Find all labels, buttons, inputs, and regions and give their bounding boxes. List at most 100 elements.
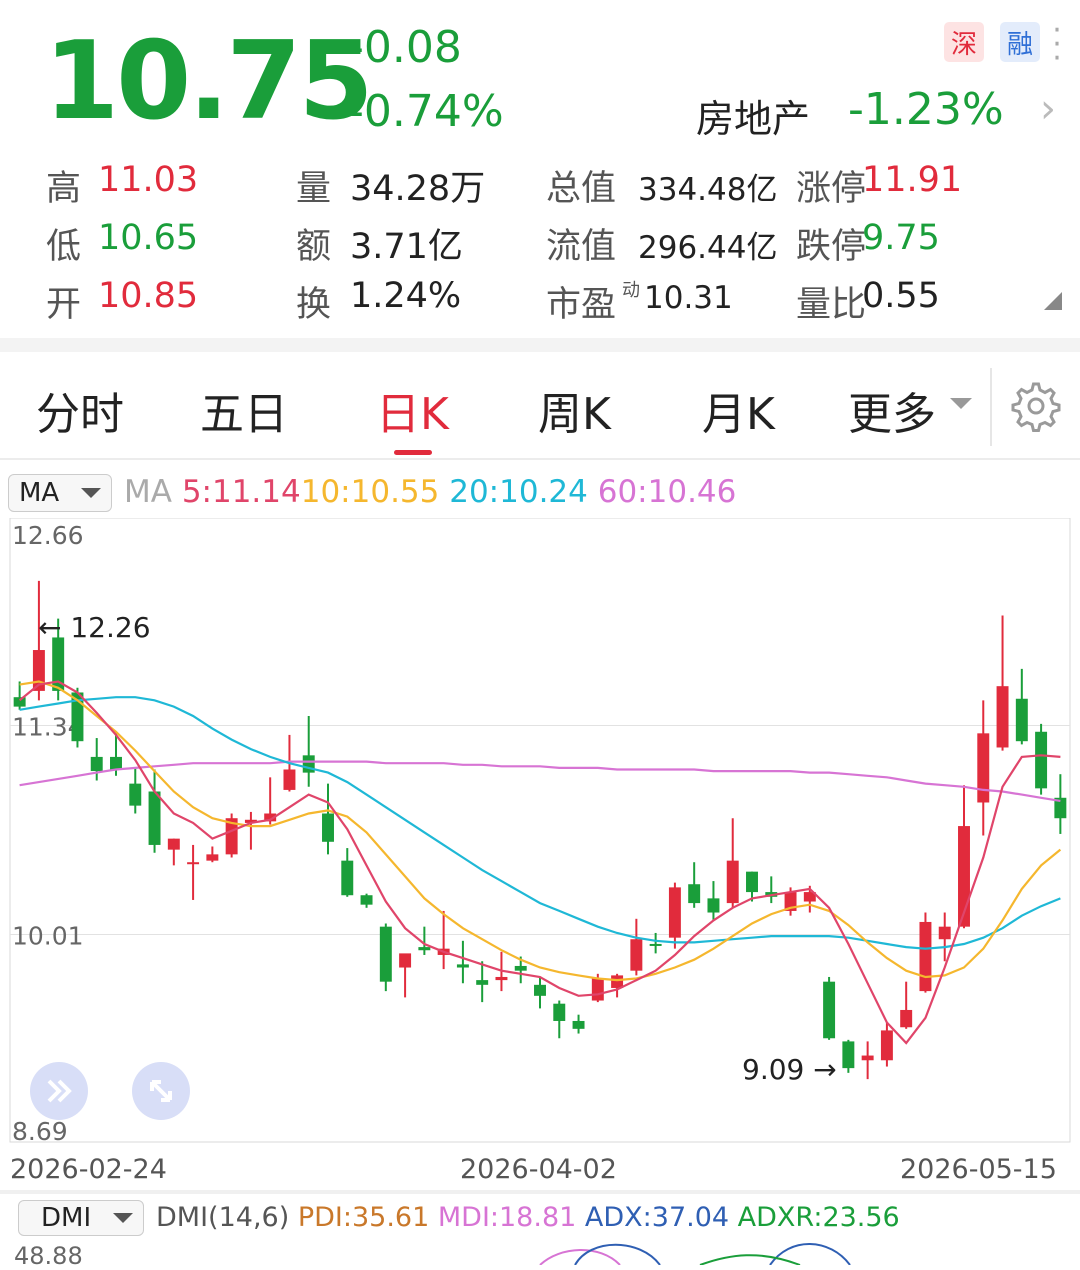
last-price: 10.75 xyxy=(44,19,374,144)
candle-up xyxy=(938,926,951,940)
caret-down-icon xyxy=(113,1213,133,1223)
y-tick-label: 12.66 xyxy=(12,521,84,550)
stat-label: 总值 xyxy=(546,169,617,209)
candle-up xyxy=(668,887,681,938)
max-price-annotation: ← 12.26 xyxy=(38,611,151,644)
pdi-value: PDI:35.61 xyxy=(297,1202,430,1233)
active-tab-indicator xyxy=(394,450,432,455)
sub-indicator-select[interactable]: DMI xyxy=(18,1200,144,1236)
fast-forward-button[interactable] xyxy=(30,1062,88,1120)
caret-down-icon[interactable] xyxy=(950,398,972,409)
stat-value: 11.91 xyxy=(862,160,963,200)
candle-up xyxy=(187,862,200,865)
stat-value: 1.24% xyxy=(350,276,462,316)
stat-superscript: 动 xyxy=(622,280,640,301)
candlestick-chart[interactable]: 12.6611.3410.018.69← 12.269.09 → xyxy=(0,518,1080,1148)
candle-down xyxy=(148,791,161,845)
ma20-value: 20:10.24 xyxy=(449,474,588,510)
stat-label: 市盈 xyxy=(546,285,617,325)
candle-up xyxy=(591,978,604,1001)
candle-down xyxy=(823,981,836,1039)
candle-up xyxy=(495,976,508,981)
tab-five-day[interactable]: 五日 xyxy=(200,378,288,442)
min-price-annotation: 9.09 → xyxy=(742,1053,837,1086)
candle-down xyxy=(360,895,373,905)
stat-value: 0.55 xyxy=(862,276,940,316)
candle-up xyxy=(630,939,643,971)
candle-down xyxy=(572,1020,585,1029)
candle-down xyxy=(746,871,758,893)
stat-label: 量比 xyxy=(796,285,867,325)
tab-intraday[interactable]: 分时 xyxy=(36,378,124,442)
adx-value: ADX:37.04 xyxy=(584,1202,730,1233)
double-chevron-right-icon xyxy=(47,1079,72,1103)
ma-legend: MA 5:11.1410:10.55 20:10.24 60:10.46 xyxy=(124,474,736,510)
stat-value: 10.85 xyxy=(98,276,199,316)
x-axis-label: 2026-04-02 xyxy=(460,1154,617,1185)
candle-down xyxy=(514,965,527,971)
sector-name[interactable]: 房地产 xyxy=(696,88,810,143)
tab-weekly-k[interactable]: 周K xyxy=(538,378,611,442)
gear-icon[interactable] xyxy=(1010,380,1062,436)
tab-monthly-k[interactable]: 月K xyxy=(702,378,775,442)
candle-up xyxy=(399,953,412,968)
candle-down xyxy=(110,756,122,770)
dmi-legend: DMI(14,6) PDI:35.61 MDI:18.81 ADX:37.04 … xyxy=(156,1202,900,1233)
stat-value: 34.28万 xyxy=(350,169,486,209)
stat-label: 额 xyxy=(296,227,332,267)
sector-change[interactable]: -1.23% xyxy=(848,84,1004,135)
candle-up xyxy=(919,921,932,992)
stat-value: 10.31 xyxy=(644,280,733,316)
ma60-line xyxy=(19,760,1061,802)
candle-up xyxy=(611,975,624,988)
expand-triangle-icon[interactable] xyxy=(1044,292,1062,310)
indicator-select[interactable]: MA xyxy=(8,474,112,512)
candle-down xyxy=(90,756,103,772)
resize-arrow-icon xyxy=(150,1080,172,1102)
candle-down xyxy=(649,943,662,946)
stat-label: 开 xyxy=(46,285,82,325)
candle-down xyxy=(379,926,392,982)
stat-label: 低 xyxy=(46,227,82,267)
tab-separator xyxy=(990,368,992,446)
tabs-divider xyxy=(0,458,1080,460)
section-divider xyxy=(0,1190,1080,1194)
stat-label: 涨停 xyxy=(796,169,867,209)
stat-label: 高 xyxy=(46,169,82,209)
candle-up xyxy=(977,733,990,803)
candle-up xyxy=(167,838,180,850)
x-axis-label: 2026-05-15 xyxy=(900,1154,1057,1185)
candle-down xyxy=(322,813,334,842)
ma5-value: 5:11.14 xyxy=(181,474,301,510)
zoom-reset-button[interactable] xyxy=(132,1062,190,1120)
chevron-right-icon[interactable]: › xyxy=(1040,86,1056,132)
stat-label: 流值 xyxy=(546,227,617,267)
mdi-value: MDI:18.81 xyxy=(437,1202,577,1233)
tab-daily-k[interactable]: 日K xyxy=(376,378,449,442)
candle-down xyxy=(534,984,546,996)
margin-trading-badge: 融 xyxy=(1000,22,1040,62)
stat-value: 3.71亿 xyxy=(350,227,463,267)
sub-indicator-select-label: DMI xyxy=(41,1203,92,1233)
plot-frame xyxy=(9,518,1071,1143)
stat-value: 11.03 xyxy=(98,160,199,200)
tab-more[interactable]: 更多 xyxy=(848,378,936,442)
stat-label: 跌停 xyxy=(796,227,867,267)
ma-prefix: MA xyxy=(124,474,172,510)
adxr-line xyxy=(699,1254,801,1265)
price-change: -0.08 xyxy=(348,22,462,73)
ma60-value: 60:10.46 xyxy=(597,474,737,510)
section-divider xyxy=(0,338,1080,352)
stat-label: 量 xyxy=(296,169,332,209)
candle-up xyxy=(206,854,219,861)
candle-down xyxy=(341,860,354,896)
candle-down xyxy=(707,898,720,913)
candle-down xyxy=(418,947,431,951)
ma10-value: 10:10.55 xyxy=(300,474,440,510)
more-menu-icon[interactable]: · · · xyxy=(1050,16,1064,74)
exchange-badge: 深 xyxy=(944,22,984,62)
candle-down xyxy=(456,964,469,968)
caret-down-icon xyxy=(81,488,101,498)
dmi-chart[interactable] xyxy=(0,1236,1080,1265)
candle-up xyxy=(900,1009,913,1028)
